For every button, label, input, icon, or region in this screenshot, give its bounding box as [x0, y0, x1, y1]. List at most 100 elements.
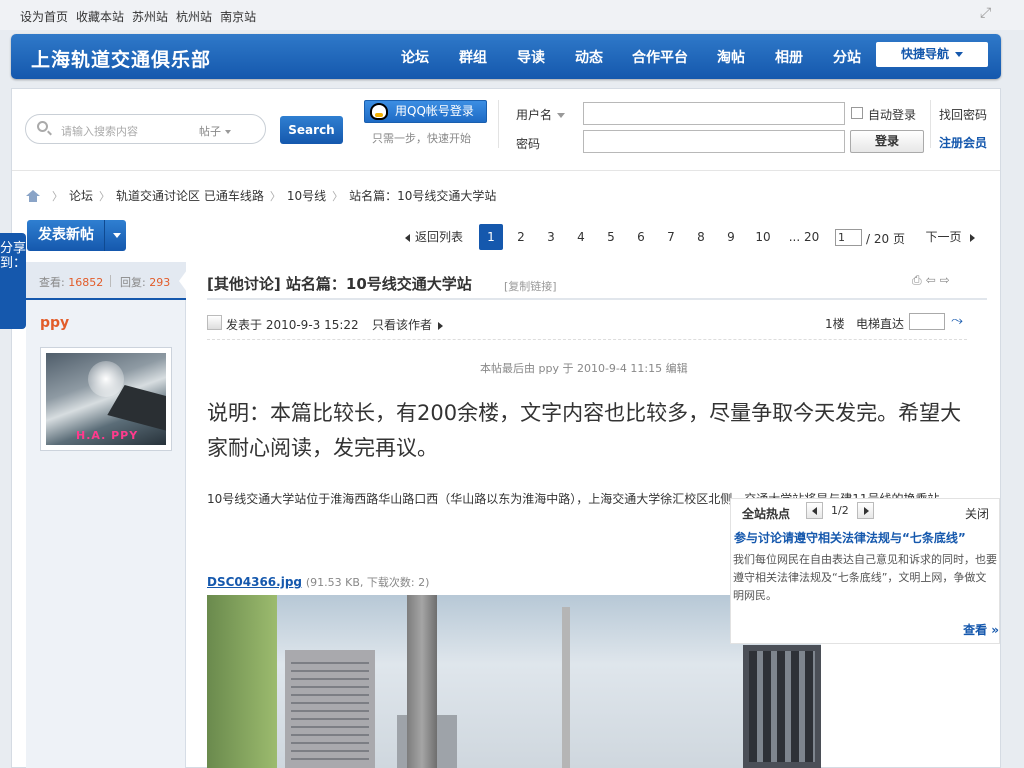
- nav-groups[interactable]: 群组: [444, 47, 502, 67]
- replies-count: 293: [149, 276, 171, 289]
- login-button[interactable]: 登录: [850, 130, 924, 153]
- hot-headline[interactable]: 参与讨论请遵守相关法律法规与“七条底线”: [734, 529, 966, 546]
- nav-substations[interactable]: 分站: [818, 47, 876, 67]
- divider: [207, 339, 967, 340]
- top-link-bookmark[interactable]: 收藏本站: [76, 8, 124, 25]
- search-button[interactable]: Search: [280, 116, 343, 144]
- hot-more-link[interactable]: 查看 »: [963, 621, 999, 638]
- next-page-button[interactable]: 下一页: [918, 224, 982, 250]
- post-intro: 说明：本篇比较长，有200余楼，文字内容也比较多，尽量争取今天发完。希望大家耐心…: [207, 401, 962, 460]
- photo-building: [285, 650, 375, 768]
- page-6[interactable]: 6: [629, 224, 653, 250]
- hot-prev-button[interactable]: [806, 502, 823, 519]
- new-post-label: 发表新帖: [38, 227, 94, 243]
- chevron-right-icon: [438, 321, 444, 330]
- nav-forum[interactable]: 论坛: [386, 47, 444, 67]
- back-to-list-button[interactable]: 返回列表: [398, 224, 470, 250]
- author-name[interactable]: ppy: [40, 315, 69, 331]
- page-jump-input[interactable]: 1: [835, 229, 862, 246]
- username-type-select[interactable]: 用户名: [516, 106, 565, 123]
- search-box[interactable]: 请输入搜索内容 帖子: [25, 114, 266, 144]
- main-navbar: 上海轨道交通俱乐部 论坛 群组 导读 动态 合作平台 淘帖 相册 分站 快捷导航: [11, 34, 1001, 79]
- new-post-button[interactable]: 发表新帖: [27, 220, 126, 251]
- page-9[interactable]: 9: [719, 224, 743, 250]
- hot-pager: 1/2: [806, 502, 874, 519]
- top-link-hangzhou[interactable]: 杭州站: [176, 8, 212, 25]
- breadcrumb-line[interactable]: 10号线: [287, 187, 326, 204]
- forgot-password-link[interactable]: 找回密码: [939, 106, 987, 123]
- chevron-right-icon: 〉: [269, 189, 281, 203]
- top-link-suzhou[interactable]: 苏州站: [132, 8, 168, 25]
- page-8[interactable]: 8: [689, 224, 713, 250]
- next-page-label: 下一页: [925, 230, 962, 244]
- hot-text: 我们每位网民在自由表达自己意见和诉求的同时，也要遵守相关法律法规及“七条底线”，…: [733, 553, 997, 602]
- page-5[interactable]: 5: [599, 224, 623, 250]
- page-last[interactable]: ... 20: [785, 224, 823, 250]
- divider: [498, 100, 499, 148]
- register-link[interactable]: 注册会员: [939, 134, 987, 151]
- divider: [207, 298, 987, 300]
- replies-stat: 回复: 293: [120, 274, 170, 290]
- avatar[interactable]: H.A. PPY: [40, 347, 172, 451]
- top-bar: 设为首页 收藏本站 苏州站 杭州站 南京站 ⤢: [0, 0, 1024, 30]
- page-2[interactable]: 2: [509, 224, 533, 250]
- page-total: / 20 页: [866, 232, 905, 246]
- breadcrumb-forum[interactable]: 论坛: [69, 187, 93, 204]
- page-7[interactable]: 7: [659, 224, 683, 250]
- nav-collections[interactable]: 淘帖: [702, 47, 760, 67]
- quick-nav-button[interactable]: 快捷导航: [876, 42, 988, 67]
- next-thread-icon[interactable]: ⇨: [940, 273, 950, 288]
- hot-next-button[interactable]: [856, 502, 874, 519]
- attachment-photo[interactable]: [207, 595, 821, 768]
- floor-jump-input[interactable]: [909, 313, 945, 330]
- home-icon[interactable]: [26, 189, 40, 202]
- print-icon[interactable]: ⎙: [912, 273, 922, 288]
- views-label: 查看:: [39, 276, 65, 289]
- divider: [104, 220, 105, 251]
- attachment-link[interactable]: DSC04366.jpg: [207, 575, 302, 589]
- divider: [12, 170, 1000, 171]
- page-3[interactable]: 3: [539, 224, 563, 250]
- username-field[interactable]: [583, 102, 845, 125]
- page-4[interactable]: 4: [569, 224, 593, 250]
- attachment-info: (91.53 KB, 下载次数: 2): [305, 576, 430, 589]
- top-links: 设为首页 收藏本站 苏州站 杭州站 南京站: [20, 8, 256, 25]
- chevron-left-icon: [404, 233, 410, 242]
- search-input[interactable]: 请输入搜索内容: [61, 123, 138, 139]
- password-label: 密码: [516, 137, 541, 151]
- avatar-sun: [88, 361, 124, 397]
- top-link-set-home[interactable]: 设为首页: [20, 8, 68, 25]
- chevron-down-icon: [955, 52, 963, 57]
- previous-thread-icon[interactable]: ⇦: [926, 273, 936, 288]
- replies-label: 回复:: [120, 276, 146, 289]
- copy-link[interactable]: [复制链接]: [504, 278, 557, 294]
- top-link-nanjing[interactable]: 南京站: [220, 8, 256, 25]
- quick-nav-label: 快捷导航: [900, 47, 949, 61]
- auto-login-checkbox[interactable]: [851, 107, 863, 119]
- qq-login-button[interactable]: 用QQ帐号登录: [364, 100, 487, 123]
- breadcrumb-section[interactable]: 轨道交通讨论区 已通车线路: [116, 187, 264, 204]
- search-type-select[interactable]: 帖子: [199, 123, 231, 139]
- jump-icon[interactable]: ⤳: [951, 311, 963, 329]
- page-1[interactable]: 1: [479, 224, 503, 250]
- nav-guide[interactable]: 导读: [502, 47, 560, 67]
- chevron-down-icon[interactable]: [113, 233, 121, 238]
- nav-albums[interactable]: 相册: [760, 47, 818, 67]
- page-10[interactable]: 10: [749, 224, 777, 250]
- site-title[interactable]: 上海轨道交通俱乐部: [31, 45, 211, 72]
- hot-close-button[interactable]: 关闭: [965, 505, 989, 522]
- share-tab[interactable]: 分享到：: [0, 233, 26, 329]
- fullscreen-icon[interactable]: ⤢: [980, 6, 994, 20]
- thread-tools: ⎙ ⇦ ⇨: [912, 273, 950, 288]
- only-author-link[interactable]: 只看该作者: [372, 316, 444, 333]
- post-avatar-icon: [207, 315, 222, 330]
- nav-activity[interactable]: 动态: [560, 47, 618, 67]
- nav-partners[interactable]: 合作平台: [618, 47, 702, 67]
- breadcrumb-thread[interactable]: 站名篇：10号线交通大学站: [349, 187, 496, 204]
- chevron-right-icon: 〉: [332, 189, 344, 203]
- password-field[interactable]: [583, 130, 845, 153]
- avatar-tag: H.A. PPY: [76, 429, 139, 442]
- qq-login-tip: 只需一步，快速开始: [372, 132, 471, 145]
- hot-title: 全站热点: [742, 507, 791, 521]
- nav-links: 论坛 群组 导读 动态 合作平台 淘帖 相册 分站: [386, 47, 876, 67]
